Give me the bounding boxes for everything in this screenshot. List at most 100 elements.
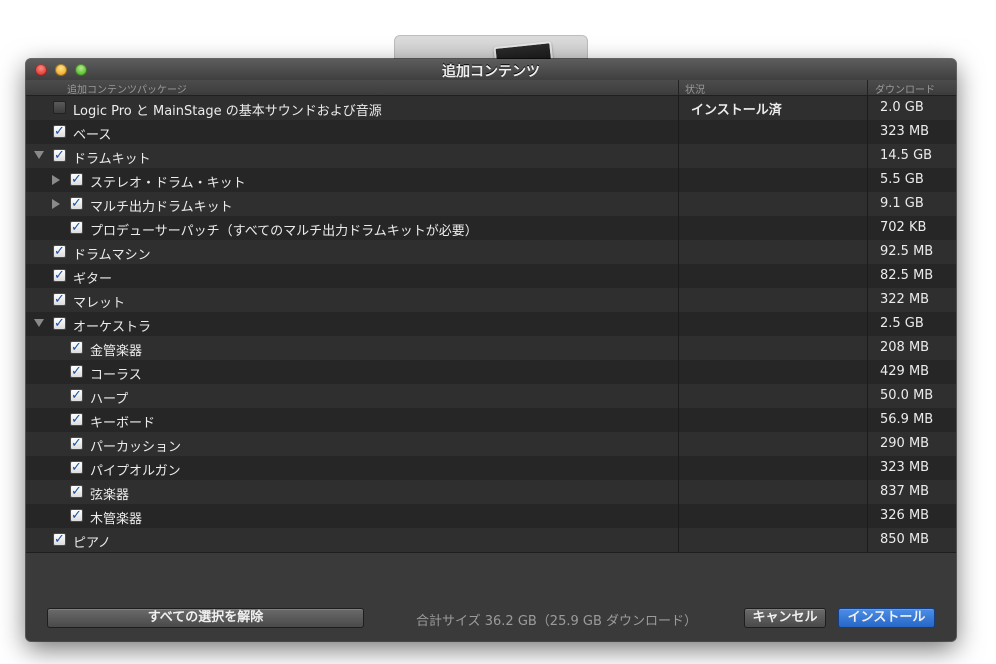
row-label: オーケストラ (73, 320, 152, 335)
row-download-size: 323 MB (880, 460, 930, 475)
column-divider (678, 336, 679, 360)
row-checkbox[interactable]: ✓ (53, 245, 66, 258)
column-divider (678, 96, 679, 120)
row-label: コーラス (90, 368, 142, 383)
column-header-download[interactable]: ダウンロード (875, 81, 935, 96)
column-divider (867, 480, 868, 504)
column-divider (867, 192, 868, 216)
row-checkbox[interactable]: ✓ (53, 293, 66, 306)
row-download-size: 2.0 GB (880, 100, 924, 115)
window-title: 追加コンテンツ (442, 64, 540, 80)
column-divider (678, 408, 679, 432)
row-download-size: 208 MB (880, 340, 930, 355)
column-divider (678, 168, 679, 192)
row-download-size: 429 MB (880, 364, 930, 379)
table-row[interactable]: ✓ ハープ 50.0 MB (26, 384, 956, 408)
table-row[interactable]: ✓ プロデューサーパッチ（すべてのマルチ出力ドラムキットが必要） 702 KB (26, 216, 956, 240)
row-checkbox[interactable]: ✓ (70, 485, 83, 498)
column-divider (867, 144, 868, 168)
row-download-size: 322 MB (880, 292, 930, 307)
table-row[interactable]: ✓ マルチ出力ドラムキット 9.1 GB (26, 192, 956, 216)
row-label: 弦楽器 (90, 488, 130, 503)
column-divider (678, 360, 679, 384)
row-checkbox[interactable]: ✓ (70, 389, 83, 402)
row-label: ベース (73, 128, 112, 143)
row-label: マルチ出力ドラムキット (90, 200, 233, 215)
table-row[interactable]: ✓ コーラス 429 MB (26, 360, 956, 384)
row-checkbox[interactable]: ✓ (53, 269, 66, 282)
column-divider (867, 504, 868, 528)
row-download-size: 326 MB (880, 508, 930, 523)
row-label: マレット (73, 296, 126, 311)
column-divider (867, 336, 868, 360)
row-label: Logic Pro と MainStage の基本サウンドおよび音源 (73, 104, 382, 119)
row-checkbox[interactable]: ✓ (70, 365, 83, 378)
row-label: 木管楽器 (90, 512, 143, 527)
row-download-size: 82.5 MB (880, 268, 934, 283)
table-row[interactable]: ✓ ギター 82.5 MB (26, 264, 956, 288)
disclosure-closed-icon[interactable] (52, 199, 60, 209)
column-header-status[interactable]: 状況 (685, 81, 705, 96)
column-divider (867, 80, 868, 95)
table-row[interactable]: ✓ パイプオルガン 323 MB (26, 456, 956, 480)
row-checkbox[interactable] (53, 101, 66, 114)
table-header: 追加コンテンツパッケージ 状況 ダウンロード (26, 80, 956, 96)
install-button[interactable]: インストール (838, 608, 935, 628)
table-row[interactable]: ✓ パーカッション 290 MB (26, 432, 956, 456)
row-label: ドラムマシン (73, 248, 151, 263)
column-divider (867, 120, 868, 144)
deselect-all-button[interactable]: すべての選択を解除 (47, 608, 364, 628)
column-header-package[interactable]: 追加コンテンツパッケージ (67, 81, 187, 96)
column-divider (678, 240, 679, 264)
table-row[interactable]: ✓ 弦楽器 837 MB (26, 480, 956, 504)
table-row[interactable]: ✓ マレット 322 MB (26, 288, 956, 312)
table-row[interactable]: ✓ キーボード 56.9 MB (26, 408, 956, 432)
row-download-size: 850 MB (880, 532, 930, 547)
column-divider (678, 216, 679, 240)
row-checkbox[interactable]: ✓ (53, 149, 66, 162)
row-download-size: 50.0 MB (880, 388, 934, 403)
row-label: パイプオルガン (90, 464, 181, 479)
table-row[interactable]: ✓ オーケストラ 2.5 GB (26, 312, 956, 336)
row-label: ステレオ・ドラム・キット (90, 176, 246, 191)
row-download-size: 5.5 GB (880, 172, 924, 187)
disclosure-open-icon[interactable] (34, 319, 44, 327)
disclosure-open-icon[interactable] (34, 151, 44, 159)
column-divider (867, 264, 868, 288)
row-label: ギター (73, 272, 113, 287)
disclosure-closed-icon[interactable] (52, 175, 60, 185)
column-divider (867, 168, 868, 192)
row-checkbox[interactable]: ✓ (53, 125, 66, 138)
row-checkbox[interactable]: ✓ (70, 341, 83, 354)
column-divider (678, 528, 679, 552)
row-checkbox[interactable]: ✓ (70, 437, 83, 450)
row-checkbox[interactable]: ✓ (53, 317, 66, 330)
row-checkbox[interactable]: ✓ (70, 221, 83, 234)
total-size-label: 合計サイズ 36.2 GB（25.9 GB ダウンロード） (416, 614, 698, 629)
column-divider (867, 360, 868, 384)
column-divider (678, 144, 679, 168)
column-divider (678, 120, 679, 144)
table-row[interactable]: ✓ ベース 323 MB (26, 120, 956, 144)
cancel-button[interactable]: キャンセル (744, 608, 826, 628)
table-row[interactable]: ✓ ステレオ・ドラム・キット 5.5 GB (26, 168, 956, 192)
row-checkbox[interactable]: ✓ (70, 509, 83, 522)
row-download-size: 56.9 MB (880, 412, 934, 427)
column-divider (678, 456, 679, 480)
column-divider (678, 288, 679, 312)
table-row[interactable]: ✓ 木管楽器 326 MB (26, 504, 956, 528)
row-download-size: 290 MB (880, 436, 930, 451)
table-row[interactable]: Logic Pro と MainStage の基本サウンドおよび音源 インストール… (26, 96, 956, 120)
table-row[interactable]: ✓ ドラムキット 14.5 GB (26, 144, 956, 168)
table-row[interactable]: ✓ ドラムマシン 92.5 MB (26, 240, 956, 264)
row-checkbox[interactable]: ✓ (70, 197, 83, 210)
row-checkbox[interactable]: ✓ (53, 533, 66, 546)
row-checkbox[interactable]: ✓ (70, 461, 83, 474)
column-divider (678, 384, 679, 408)
table-row[interactable]: ✓ ピアノ 850 MB (26, 528, 956, 552)
column-divider (867, 408, 868, 432)
column-divider (678, 432, 679, 456)
row-checkbox[interactable]: ✓ (70, 413, 83, 426)
row-checkbox[interactable]: ✓ (70, 173, 83, 186)
table-row[interactable]: ✓ 金管楽器 208 MB (26, 336, 956, 360)
